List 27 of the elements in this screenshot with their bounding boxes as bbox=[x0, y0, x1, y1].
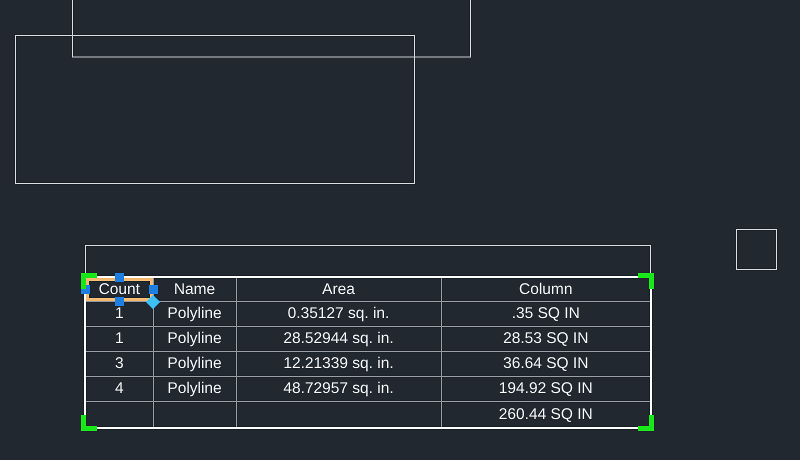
table-cell: 1 bbox=[114, 304, 124, 322]
corner-grip-icon[interactable] bbox=[81, 273, 97, 289]
table-cell: 1 bbox=[114, 330, 124, 347]
corner-grip-icon[interactable] bbox=[638, 415, 654, 431]
table-cell: 3 bbox=[114, 354, 124, 372]
table-cell: 260.44 SQ IN bbox=[498, 406, 593, 422]
grip-handle[interactable] bbox=[115, 273, 124, 282]
corner-grip-icon[interactable] bbox=[638, 273, 654, 289]
table-cell: Polyline bbox=[167, 354, 222, 372]
rectangle-outline bbox=[736, 229, 777, 270]
table-cell: 12.21339 sq. in. bbox=[283, 354, 394, 372]
table-cell: 28.52944 sq. in. bbox=[283, 330, 394, 347]
table-cell: .35 SQ IN bbox=[512, 304, 580, 322]
table-cell: Polyline bbox=[167, 330, 222, 347]
table-cell: 48.72957 sq. in. bbox=[283, 380, 394, 397]
table-cell: 36.64 SQ IN bbox=[503, 354, 588, 372]
table-cell: 4 bbox=[114, 380, 124, 397]
column-header[interactable]: Area bbox=[322, 280, 355, 298]
grip-handle[interactable] bbox=[115, 296, 124, 306]
table-cell: 194.92 SQ IN bbox=[498, 380, 593, 397]
table-cell: 0.35127 sq. in. bbox=[288, 304, 390, 322]
table-cell: 28.53 SQ IN bbox=[503, 330, 588, 347]
corner-grip-icon[interactable] bbox=[81, 415, 97, 431]
table-cell: Polyline bbox=[167, 380, 222, 397]
grip-handle[interactable] bbox=[148, 285, 158, 294]
table-cell: Polyline bbox=[167, 304, 222, 322]
column-header[interactable]: Column bbox=[519, 280, 572, 298]
